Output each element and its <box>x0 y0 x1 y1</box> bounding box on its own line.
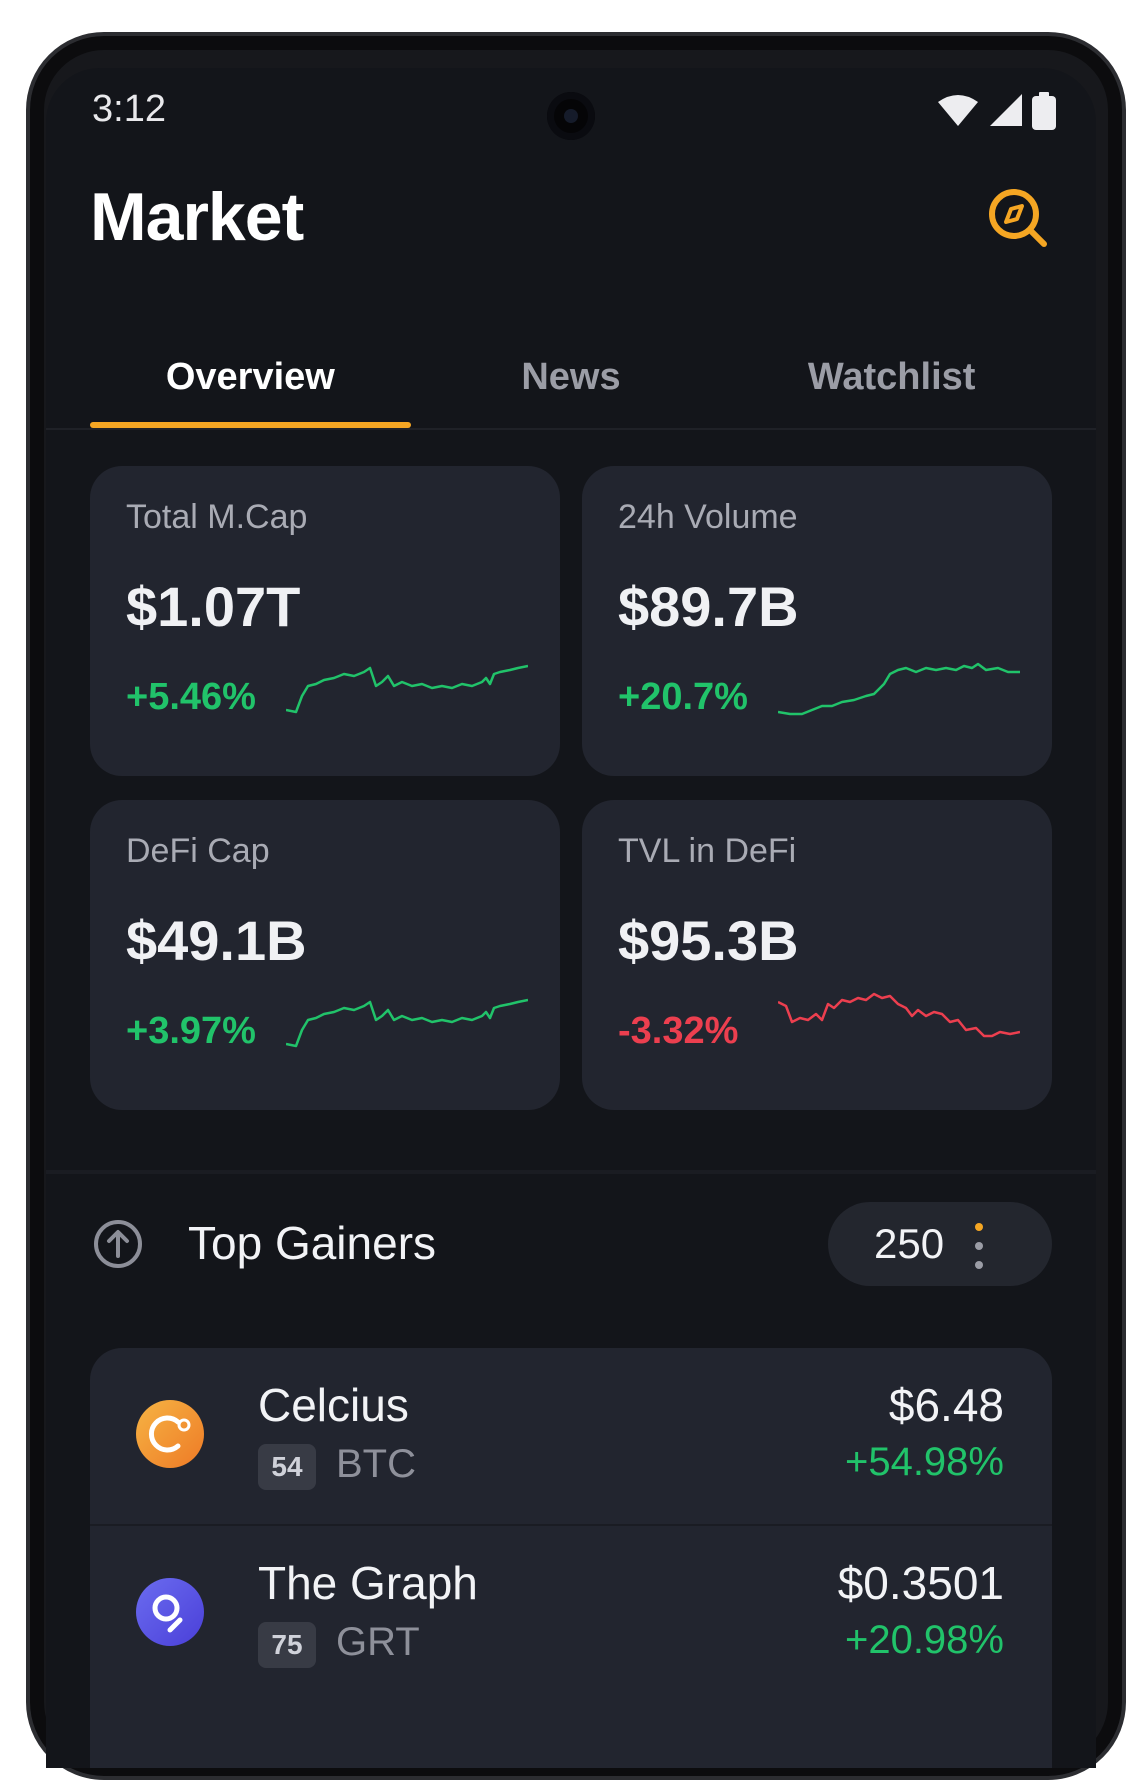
stat-value: $95.3B <box>618 909 799 972</box>
wifi-icon <box>938 95 978 126</box>
stat-change: -3.32% <box>618 1010 739 1052</box>
celsius-logo-icon <box>136 1400 204 1468</box>
stat-card-24h-volume[interactable]: 24h Volume $89.7B +20.7% <box>582 466 1052 776</box>
arrow-up-circle-icon <box>94 1220 142 1268</box>
stat-label: Total M.Cap <box>126 498 308 536</box>
tab-news[interactable]: News <box>411 328 732 428</box>
sparkline-chart <box>286 664 528 714</box>
coin-list: Celcius 54 BTC $6.48 +54.98% The Graph 7… <box>90 1348 1052 1768</box>
section-divider <box>46 1170 1096 1174</box>
coin-name: The Graph <box>258 1557 478 1609</box>
app-screen: 3:12 Market Overview News Watchlist Tota… <box>46 68 1096 1768</box>
coin-change: +20.98% <box>844 1618 1004 1662</box>
stat-card-defi-cap[interactable]: DeFi Cap $49.1B +3.97% <box>90 800 560 1110</box>
status-bar: 3:12 <box>46 68 1096 168</box>
stat-change: +5.46% <box>126 676 256 718</box>
page-title: Market <box>90 179 304 255</box>
coin-change: +54.98% <box>844 1440 1004 1484</box>
stat-label: 24h Volume <box>618 498 798 536</box>
coin-symbol: GRT <box>336 1620 420 1664</box>
stat-change: +20.7% <box>618 676 748 718</box>
sparkline-chart <box>778 662 1020 716</box>
rank-badge: 54 <box>258 1444 316 1490</box>
tab-divider <box>46 428 1096 430</box>
sparkline-chart <box>286 998 528 1048</box>
stat-card-total-mcap[interactable]: Total M.Cap $1.07T +5.46% <box>90 466 560 776</box>
list-item[interactable]: The Graph 75 GRT $0.3501 +20.98% <box>90 1526 1052 1702</box>
coin-name: Celcius <box>258 1379 409 1431</box>
stat-value: $49.1B <box>126 909 307 972</box>
sparkline-chart <box>778 992 1020 1038</box>
battery-icon <box>1032 92 1056 130</box>
more-options-icon <box>975 1223 983 1269</box>
market-tabs: Overview News Watchlist <box>90 328 1052 428</box>
rank-badge: 75 <box>258 1622 316 1668</box>
stat-label: DeFi Cap <box>126 832 270 870</box>
stat-label: TVL in DeFi <box>618 832 797 870</box>
top-gainers-header: Top Gainers 250 <box>90 1202 1052 1286</box>
section-title: Top Gainers <box>188 1217 437 1269</box>
count-selector[interactable]: 250 <box>828 1202 1052 1286</box>
stat-value: $89.7B <box>618 575 799 638</box>
the-graph-logo-icon <box>136 1578 204 1646</box>
tab-watchlist[interactable]: Watchlist <box>731 328 1052 428</box>
list-item[interactable]: Celcius 54 BTC $6.48 +54.98% <box>90 1348 1052 1526</box>
count-value: 250 <box>874 1220 945 1267</box>
stat-value: $1.07T <box>126 575 301 638</box>
coin-price: $6.48 <box>888 1379 1004 1431</box>
coin-symbol: BTC <box>336 1442 416 1486</box>
front-camera <box>547 92 595 140</box>
discover-search-icon[interactable] <box>986 186 1050 250</box>
status-time: 3:12 <box>92 88 166 130</box>
stat-card-tvl-defi[interactable]: TVL in DeFi $95.3B -3.32% <box>582 800 1052 1110</box>
status-icons <box>938 92 1056 130</box>
coin-price: $0.3501 <box>837 1557 1004 1609</box>
tab-overview[interactable]: Overview <box>90 328 411 428</box>
stat-change: +3.97% <box>126 1010 256 1052</box>
signal-icon <box>990 94 1022 126</box>
